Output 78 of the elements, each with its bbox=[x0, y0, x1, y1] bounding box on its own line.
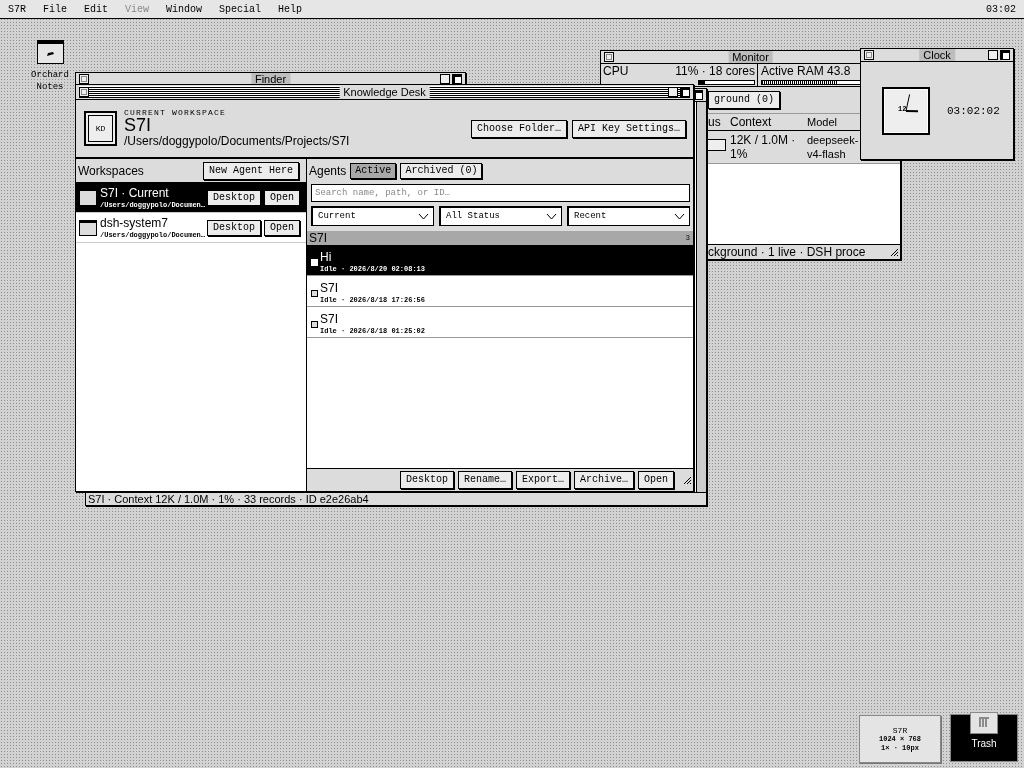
scrollbar[interactable] bbox=[696, 102, 706, 492]
table-cell-text: 12K / 1.0M · 1% bbox=[730, 132, 797, 163]
window-title: Knowledge Desk bbox=[339, 86, 430, 98]
tab[interactable]: Active bbox=[350, 162, 397, 179]
collapse-box-icon[interactable] bbox=[988, 50, 998, 60]
menu-item[interactable]: Special bbox=[219, 3, 262, 15]
search-field[interactable]: Search name, path, or ID… bbox=[311, 184, 690, 202]
filter-dropdown[interactable]: Recent bbox=[567, 206, 690, 226]
status-text: ckground · 1 live · DSH proce bbox=[708, 245, 866, 259]
tab-button[interactable]: ground (0) bbox=[708, 91, 780, 109]
pane-title: Workspaces bbox=[78, 163, 144, 178]
cpu-reading: 11% · 18 cores bbox=[675, 65, 755, 78]
menu-item[interactable]: Help bbox=[278, 3, 303, 15]
trash-tile[interactable]: Trash bbox=[950, 714, 1018, 762]
filter-dropdown[interactable]: All Status bbox=[439, 206, 562, 226]
menu-item[interactable]: Window bbox=[166, 3, 203, 15]
caption-text: CURRENT WORKSPACE bbox=[124, 108, 227, 117]
close-box-icon[interactable] bbox=[79, 87, 89, 97]
window-title: Monitor bbox=[728, 51, 773, 63]
filter-dropdown[interactable]: Current bbox=[311, 206, 434, 226]
collapse-box-icon[interactable] bbox=[668, 87, 678, 97]
column-header: Context bbox=[730, 115, 773, 129]
close-box-icon[interactable] bbox=[604, 52, 614, 62]
header-button[interactable]: API Key Settings… bbox=[571, 119, 686, 138]
table-cell-text: deepseek-v4-flash bbox=[807, 133, 857, 162]
logo-text: KD bbox=[95, 124, 106, 133]
group-title: S7I bbox=[309, 231, 327, 245]
column-header: us bbox=[708, 115, 722, 129]
trash-label: Trash bbox=[971, 738, 997, 749]
folder-icon bbox=[79, 219, 97, 236]
caret-icon bbox=[546, 212, 557, 220]
notes-icon bbox=[36, 40, 64, 64]
workspace-name: S7I bbox=[124, 117, 153, 134]
trash-icon bbox=[970, 712, 998, 734]
icon-label[interactable]: Orchard Notes bbox=[28, 69, 72, 93]
pane-title: Agents bbox=[309, 163, 347, 178]
footer-button[interactable]: Desktop bbox=[399, 471, 454, 489]
workspace-name: S7I · Current bbox=[100, 185, 170, 200]
ram-label: Active RAM 43.8 bbox=[761, 65, 852, 78]
clock-time: 03:02:02 bbox=[947, 104, 1000, 117]
status-square-icon bbox=[311, 290, 318, 297]
row-button[interactable]: Open bbox=[264, 189, 300, 206]
agent-name: Hi bbox=[320, 250, 333, 264]
agent-name: S7I bbox=[320, 281, 339, 295]
status-square-icon bbox=[311, 321, 318, 328]
agent-name: S7I bbox=[320, 312, 339, 326]
new-agent-button[interactable]: New Agent Here bbox=[203, 161, 299, 180]
clock-hands-icon bbox=[905, 92, 919, 113]
collapse-box-icon[interactable] bbox=[440, 74, 450, 84]
column-header: Model bbox=[807, 116, 838, 128]
zoom-box-icon[interactable] bbox=[452, 74, 462, 84]
window-title: Finder bbox=[250, 73, 291, 85]
row-button[interactable]: Desktop bbox=[206, 219, 261, 236]
window-title: Clock bbox=[919, 49, 955, 61]
row-button[interactable]: Desktop bbox=[206, 189, 261, 206]
workspace-path: /Users/doggypolo/Documents/Projects/S7I bbox=[124, 134, 350, 149]
tab[interactable]: Archived (0) bbox=[400, 162, 483, 179]
status-square-icon bbox=[311, 259, 318, 266]
close-box-icon[interactable] bbox=[864, 50, 874, 60]
menu-clock: 03:02 bbox=[986, 3, 1016, 15]
info-text: S7R bbox=[892, 725, 908, 735]
cpu-label: CPU bbox=[603, 65, 629, 78]
menu-item[interactable]: File bbox=[43, 3, 68, 15]
folder-icon bbox=[79, 189, 97, 206]
menu-item[interactable]: Edit bbox=[84, 3, 109, 15]
footer-button[interactable]: Export… bbox=[515, 471, 570, 489]
row-button[interactable]: Open bbox=[264, 219, 300, 236]
zoom-box-icon[interactable] bbox=[1000, 50, 1010, 60]
footer-button[interactable]: Rename… bbox=[457, 471, 512, 489]
close-box-icon[interactable] bbox=[79, 74, 89, 84]
zoom-box-icon[interactable] bbox=[680, 87, 690, 97]
workspace-name: dsh-system7 bbox=[100, 215, 170, 230]
caret-icon bbox=[418, 212, 429, 220]
footer-button[interactable]: Open bbox=[638, 471, 674, 489]
caret-icon bbox=[674, 212, 685, 220]
menu-item[interactable]: S7R bbox=[8, 3, 26, 15]
footer-button[interactable]: Archive… bbox=[573, 471, 634, 489]
header-button[interactable]: Choose Folder… bbox=[470, 119, 567, 138]
